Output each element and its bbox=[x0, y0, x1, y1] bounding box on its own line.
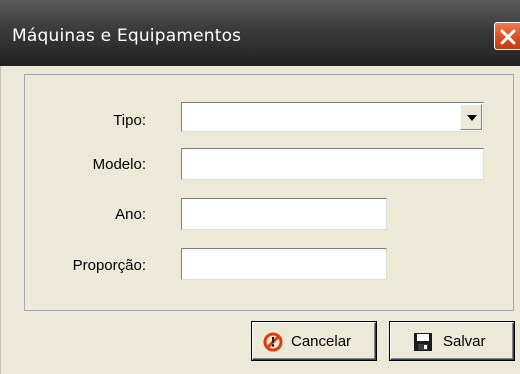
ano-label: Ano: bbox=[115, 206, 146, 223]
cancel-button[interactable]: Cancelar bbox=[252, 322, 376, 360]
dialog-window: Máquinas e Equipamentos Tipo: Modelo: An… bbox=[0, 0, 520, 374]
save-button[interactable]: Salvar bbox=[390, 322, 514, 360]
dialog-body: Tipo: Modelo: Ano: Proporção: Cancelar S… bbox=[0, 66, 520, 374]
chevron-down-icon bbox=[467, 115, 477, 121]
close-button[interactable] bbox=[494, 22, 520, 50]
cancel-icon bbox=[263, 332, 283, 352]
proporcao-label: Proporção: bbox=[72, 257, 146, 274]
tipo-dropdown-button[interactable] bbox=[460, 104, 482, 130]
modelo-input[interactable] bbox=[181, 148, 484, 180]
window-border bbox=[0, 66, 1, 374]
proporcao-input[interactable] bbox=[181, 248, 387, 280]
ano-input[interactable] bbox=[181, 198, 387, 230]
window-title: Máquinas e Equipamentos bbox=[12, 26, 242, 46]
close-icon bbox=[500, 29, 516, 45]
title-bar[interactable]: Máquinas e Equipamentos bbox=[0, 0, 520, 66]
floppy-disk-icon bbox=[414, 333, 432, 351]
modelo-label: Modelo: bbox=[92, 156, 146, 173]
save-button-label: Salvar bbox=[443, 333, 486, 350]
tipo-label: Tipo: bbox=[113, 112, 146, 129]
tipo-select[interactable] bbox=[181, 102, 484, 132]
cancel-button-label: Cancelar bbox=[291, 333, 352, 350]
